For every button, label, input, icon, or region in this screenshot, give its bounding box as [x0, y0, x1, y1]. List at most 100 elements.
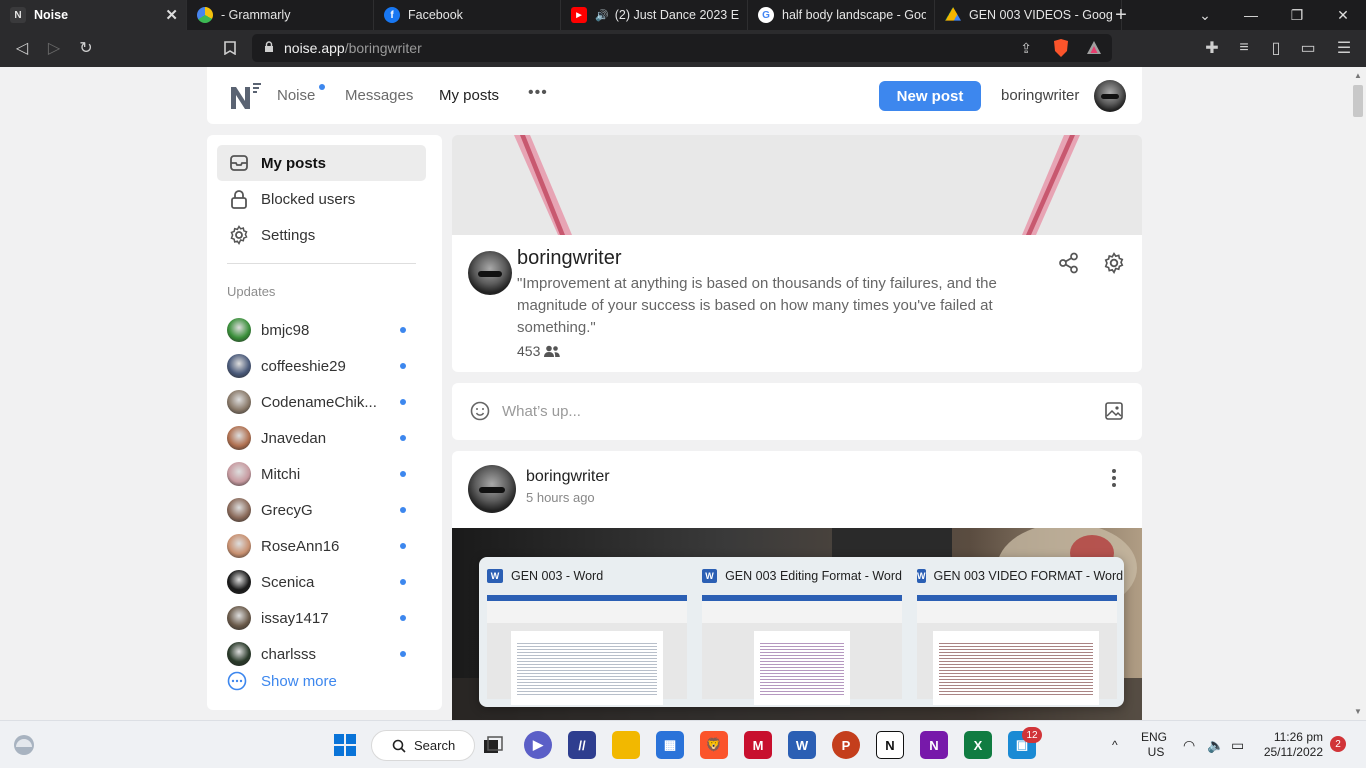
post-author-avatar[interactable]	[468, 465, 516, 513]
onenote-icon[interactable]: N	[920, 731, 948, 759]
scroll-down-icon[interactable]: ▼	[1354, 707, 1362, 716]
post-options-icon[interactable]	[1110, 468, 1118, 493]
noise-logo-icon[interactable]	[229, 81, 261, 111]
image-upload-icon[interactable]	[1104, 401, 1124, 426]
page-scrollbar[interactable]: ▲ ▼	[1350, 67, 1366, 720]
list-item[interactable]: GrecyG	[227, 495, 417, 525]
composer-placeholder[interactable]: What’s up...	[502, 403, 581, 420]
teams-chat-icon[interactable]: ▶	[524, 731, 552, 759]
clock[interactable]: 11:26 pm 25/11/2022	[1263, 721, 1323, 768]
tab-google[interactable]: G half body landscape - Goog	[748, 0, 935, 30]
list-item[interactable]: Jnavedan	[227, 423, 417, 453]
gear-icon[interactable]	[1103, 252, 1125, 279]
preview-window-gen003[interactable]: W GEN 003 - Word	[487, 567, 687, 705]
list-item[interactable]: Mitchi	[227, 459, 417, 489]
back-button[interactable]: ◁	[10, 37, 34, 59]
battery-icon[interactable]: ▭	[1231, 721, 1244, 768]
header-username[interactable]: boringwriter	[1001, 87, 1079, 104]
show-hidden-icons[interactable]: ^	[1112, 721, 1118, 768]
list-item[interactable]: charlsss	[227, 639, 417, 669]
list-item[interactable]: RoseAnn16	[227, 531, 417, 561]
show-more-button[interactable]: Show more	[227, 671, 337, 691]
brave-rewards-icon[interactable]	[1085, 34, 1103, 62]
more-menu-icon[interactable]: •••	[528, 84, 548, 102]
nav-messages[interactable]: Messages	[345, 87, 413, 104]
list-item[interactable]: bmjc98	[227, 315, 417, 345]
drive-icon	[945, 7, 961, 21]
tab-title: GEN 003 VIDEOS - Google	[969, 8, 1113, 22]
tab-drive[interactable]: GEN 003 VIDEOS - Google	[935, 0, 1122, 30]
url-bar[interactable]: noise.app /boringwriter ⇪	[252, 34, 1112, 62]
sidebar-icon[interactable]: ▯	[1264, 37, 1288, 59]
preview-window-video-format[interactable]: W GEN 003 VIDEO FORMAT - Word	[917, 567, 1123, 705]
update-username: charlsss	[261, 645, 317, 663]
sidebar-item-blocked-users[interactable]: Blocked users	[217, 181, 426, 217]
list-item[interactable]: coffeeshie29	[227, 351, 417, 381]
minimize-button[interactable]: —	[1228, 0, 1274, 30]
notification-badge[interactable]: 2	[1330, 736, 1346, 752]
tab-facebook[interactable]: f Facebook	[374, 0, 561, 30]
app-icon[interactable]: //	[568, 731, 596, 759]
follower-count[interactable]: 453	[517, 343, 561, 359]
speaker-icon[interactable]: 🔊	[595, 9, 609, 22]
list-item[interactable]: Scenica	[227, 567, 417, 597]
language-indicator[interactable]: ENG US	[1141, 721, 1167, 768]
list-item[interactable]: CodenameChik...	[227, 387, 417, 417]
new-tab-button[interactable]: +	[1098, 0, 1144, 30]
update-username: Jnavedan	[261, 429, 327, 447]
post-author[interactable]: boringwriter	[526, 468, 610, 486]
close-window-button[interactable]: ✕	[1320, 0, 1366, 30]
tab-youtube[interactable]: ▶ 🔊 (2) Just Dance 2023 Edit	[561, 0, 748, 30]
tab-grammarly[interactable]: - Grammarly	[187, 0, 374, 30]
word-icon[interactable]: W	[788, 731, 816, 759]
wallet-icon[interactable]: ▭	[1296, 37, 1320, 59]
nav-noise[interactable]: Noise	[277, 87, 315, 104]
extensions-icon[interactable]: ✚	[1200, 37, 1224, 59]
update-username: bmjc98	[261, 321, 310, 339]
sidebar-item-settings[interactable]: Settings	[217, 217, 426, 253]
preview-window-editing-format[interactable]: W GEN 003 Editing Format - Word	[702, 567, 902, 705]
powerpoint-icon[interactable]: P	[832, 731, 860, 759]
wifi-icon[interactable]: ◠	[1183, 721, 1195, 768]
new-post-button[interactable]: New post	[879, 81, 981, 111]
task-view-icon[interactable]	[479, 731, 507, 759]
sidebar: My posts Blocked users Settings Updates …	[207, 135, 442, 710]
bookmark-icon[interactable]	[218, 37, 242, 59]
list-item[interactable]: issay1417	[227, 603, 417, 633]
excel-icon[interactable]: X	[964, 731, 992, 759]
search-label: Search	[414, 738, 456, 753]
scroll-thumb[interactable]	[1353, 85, 1363, 117]
reload-button[interactable]: ↻	[74, 37, 98, 59]
forward-button[interactable]: ▷	[42, 37, 66, 59]
volume-icon[interactable]: 🔈	[1207, 721, 1224, 768]
menu-icon[interactable]: ☰	[1332, 37, 1356, 59]
brave-browser-icon[interactable]: 🦁	[700, 731, 728, 759]
tab-noise[interactable]: N Noise ✕	[0, 0, 187, 30]
unread-dot	[400, 399, 406, 405]
close-icon[interactable]: ✕	[165, 6, 178, 24]
tab-title: - Grammarly	[221, 8, 291, 22]
tab-list-icon[interactable]: ⌄	[1182, 0, 1228, 30]
brave-shields-icon[interactable]	[1052, 34, 1070, 62]
nav-my-posts[interactable]: My posts	[439, 87, 499, 104]
start-icon[interactable]	[331, 731, 359, 759]
taskbar-search[interactable]: Search	[371, 730, 475, 761]
microsoft-store-icon[interactable]: ▦	[656, 731, 684, 759]
widgets-icon[interactable]	[10, 731, 38, 759]
update-username: CodenameChik...	[261, 393, 377, 411]
sidebar-item-my-posts[interactable]: My posts	[217, 145, 426, 181]
lock-icon	[229, 189, 249, 209]
share-icon[interactable]	[1058, 252, 1080, 279]
mcafee-icon[interactable]: M	[744, 731, 772, 759]
playlist-icon[interactable]: ≡	[1232, 37, 1256, 59]
user-avatar[interactable]	[1094, 80, 1126, 112]
notion-icon[interactable]: N	[876, 731, 904, 759]
post-composer[interactable]: What’s up...	[452, 383, 1142, 440]
profile-avatar	[468, 251, 512, 295]
restore-button[interactable]: ❐	[1274, 0, 1320, 30]
scroll-up-icon[interactable]: ▲	[1354, 71, 1362, 80]
file-explorer-icon[interactable]	[612, 731, 640, 759]
emoji-icon[interactable]	[470, 401, 490, 426]
clock-time: 11:26 pm	[1273, 730, 1323, 744]
share-page-icon[interactable]: ⇪	[1020, 40, 1032, 57]
